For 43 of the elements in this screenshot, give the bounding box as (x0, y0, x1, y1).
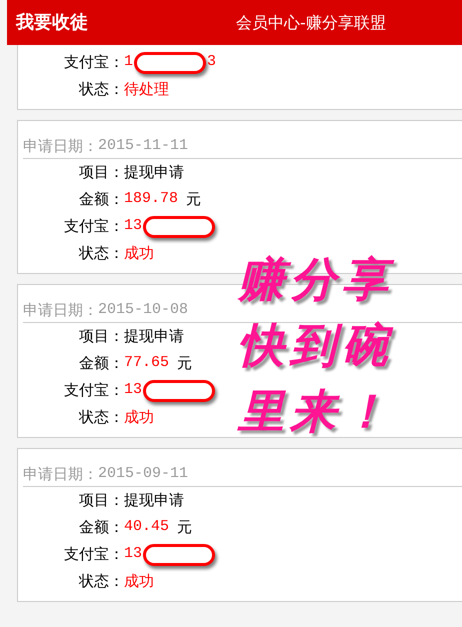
amount-value: 77.65 (124, 353, 170, 374)
status-value: 成功 (124, 571, 154, 592)
page-title: 会员中心-赚分享联盟 (236, 12, 386, 34)
amount-value: 40.45 (124, 517, 170, 538)
account-prefix: 1 (124, 52, 134, 72)
item-value: 提现申请 (124, 490, 184, 512)
promo-slogan: 赚分享 (238, 251, 394, 308)
field-label: 金额： (79, 353, 124, 374)
field-label: 状态： (79, 571, 124, 592)
status-value: 成功 (124, 243, 154, 264)
field-label: 项目： (79, 490, 124, 512)
field-label: 状态： (79, 243, 124, 264)
field-label: 支付宝： (64, 544, 124, 566)
date-label: 申请日期： (23, 300, 98, 320)
date-label: 申请日期： (23, 464, 98, 484)
field-label: 项目： (79, 326, 124, 348)
recruit-link[interactable]: 我要收徒 (16, 9, 166, 36)
unit-label: 元 (177, 353, 192, 374)
status-value: 成功 (124, 407, 154, 428)
account-prefix: 13 (124, 380, 142, 400)
amount-value: 189.78 (124, 189, 178, 210)
field-label: 项目： (79, 162, 124, 184)
account-suffix: 3 (207, 52, 216, 72)
field-label: 支付宝： (64, 52, 124, 74)
date-label: 申请日期： (23, 136, 98, 156)
date-value: 2015-09-11 (98, 464, 188, 484)
unit-label: 元 (177, 517, 192, 538)
account-prefix: 13 (124, 216, 142, 236)
field-label: 支付宝： (64, 216, 124, 238)
field-label: 状态： (79, 407, 124, 428)
status-value: 待处理 (124, 79, 169, 100)
date-value: 2015-11-11 (98, 136, 188, 156)
promo-slogan: 里来！ (238, 383, 394, 440)
item-value: 提现申请 (124, 162, 184, 184)
item-value: 提现申请 (124, 326, 184, 348)
field-label: 支付宝： (64, 380, 124, 402)
field-label: 金额： (79, 189, 124, 210)
promo-slogan: 快到碗 (238, 317, 394, 374)
field-label: 金额： (79, 517, 124, 538)
field-label: 状态： (79, 79, 124, 100)
date-value: 2015-10-08 (98, 300, 188, 320)
account-prefix: 13 (124, 544, 142, 564)
unit-label: 元 (186, 189, 202, 210)
